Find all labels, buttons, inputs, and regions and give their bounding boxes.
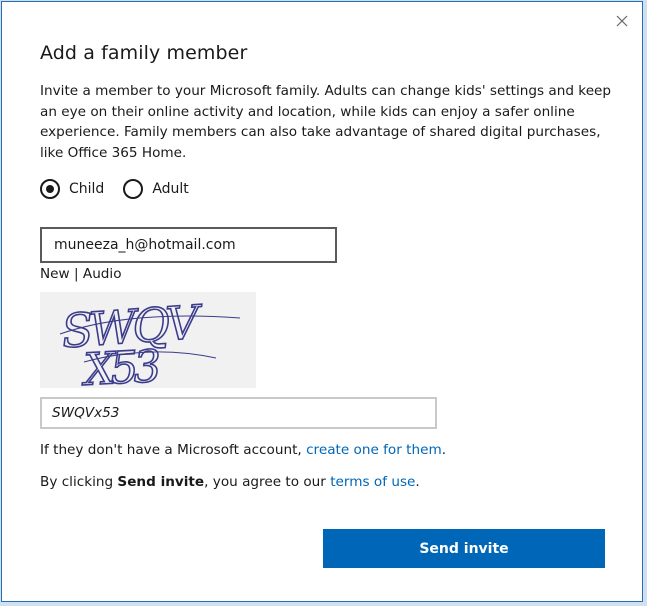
dialog-title: Add a family member (40, 42, 248, 64)
radio-child-indicator[interactable] (40, 179, 60, 199)
email-input[interactable] (40, 227, 337, 263)
captcha-image: SWQV X53 (40, 292, 256, 397)
radio-adult-label: Adult (152, 181, 189, 197)
terms-suffix: . (415, 474, 420, 490)
terms-middle: , you agree to our (204, 474, 331, 490)
no-account-prefix: If they don't have a Microsoft account, (40, 442, 307, 458)
close-icon (616, 15, 628, 27)
dialog-description: Invite a member to your Microsoft family… (40, 83, 612, 161)
captcha-new-link[interactable]: New (40, 266, 70, 282)
member-type-radio-group: Child Adult (40, 179, 208, 199)
no-account-text: If they don't have a Microsoft account, … (40, 442, 446, 458)
add-family-member-dialog: Add a family member Invite a member to y… (1, 1, 643, 602)
no-account-suffix: . (441, 442, 447, 458)
radio-child-label: Child (69, 181, 105, 197)
captcha-links: New | Audio (40, 266, 122, 282)
terms-text: By clicking Send invite, you agree to ou… (40, 474, 420, 490)
captcha-text-line2: X53 (80, 341, 161, 388)
create-account-link[interactable]: create one for them (306, 442, 442, 458)
terms-prefix: By clicking (40, 474, 118, 490)
terms-of-use-link[interactable]: terms of use (330, 474, 415, 490)
captcha-input[interactable] (40, 397, 437, 429)
captcha-link-separator: | (69, 266, 83, 282)
radio-adult-indicator[interactable] (123, 179, 144, 199)
close-button[interactable] (612, 11, 632, 31)
radio-adult[interactable]: Adult (123, 179, 189, 199)
terms-bold: Send invite (117, 474, 205, 490)
captcha-audio-link[interactable]: Audio (83, 266, 122, 282)
send-invite-button[interactable]: Send invite (323, 529, 605, 568)
radio-child[interactable]: Child (40, 179, 104, 199)
